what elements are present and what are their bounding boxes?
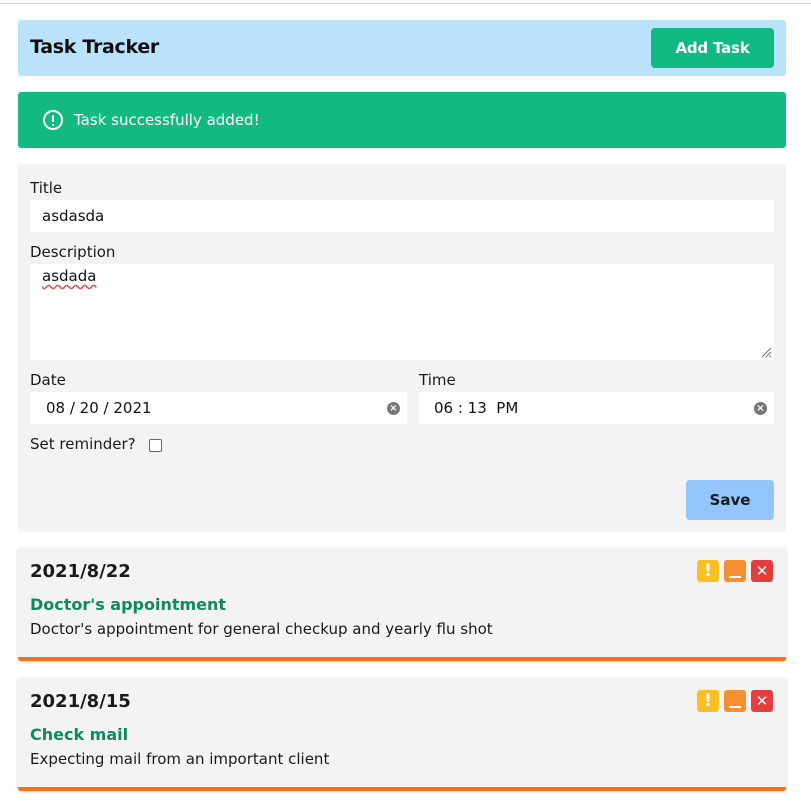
add-task-button[interactable]: Add Task — [651, 28, 774, 68]
important-icon[interactable]: ! — [697, 690, 719, 712]
browser-top-edge — [0, 0, 811, 4]
task-date: 2021/8/15 — [30, 691, 131, 712]
delete-icon[interactable]: ✕ — [751, 560, 773, 582]
app-title: Task Tracker — [30, 36, 160, 58]
alert-message: Task successfully added! — [74, 111, 260, 129]
minimize-icon[interactable] — [724, 690, 746, 712]
important-icon[interactable]: ! — [697, 560, 719, 582]
description-text: asdada — [42, 267, 97, 285]
title-input[interactable]: asdasda — [30, 200, 774, 232]
description-textarea[interactable]: asdada — [30, 264, 774, 360]
resize-handle-icon[interactable] — [760, 346, 772, 358]
task-card[interactable]: 2021/8/15 ! ✕ Check mail Expecting mail … — [18, 678, 786, 791]
task-title: Check mail — [30, 725, 129, 744]
clear-time-icon[interactable]: × — [754, 402, 767, 415]
exclamation-circle-icon — [43, 110, 63, 130]
clear-date-icon[interactable]: × — [387, 402, 400, 415]
app-header: Task Tracker Add Task — [18, 20, 786, 76]
date-value: 08 / 20 / 2021 — [46, 399, 152, 417]
description-label: Description — [30, 243, 116, 261]
reminder-label: Set reminder? — [30, 435, 136, 453]
minimize-icon[interactable] — [724, 560, 746, 582]
time-input[interactable]: 06 : 13 PM × — [419, 392, 774, 424]
add-task-form: Title asdasda Description asdada Date 08… — [18, 164, 786, 532]
success-alert: Task successfully added! — [18, 92, 786, 148]
save-button[interactable]: Save — [686, 480, 774, 520]
time-value: 06 : 13 PM — [434, 399, 519, 417]
task-description: Expecting mail from an important client — [30, 750, 330, 768]
date-input[interactable]: 08 / 20 / 2021 × — [30, 392, 407, 424]
delete-icon[interactable]: ✕ — [751, 690, 773, 712]
task-title: Doctor's appointment — [30, 595, 227, 614]
task-description: Doctor's appointment for general checkup… — [30, 620, 493, 638]
task-card[interactable]: 2021/8/22 ! ✕ Doctor's appointment Docto… — [18, 548, 786, 661]
task-date: 2021/8/22 — [30, 561, 131, 582]
title-label: Title — [30, 179, 63, 197]
date-label: Date — [30, 371, 66, 389]
time-label: Time — [419, 371, 456, 389]
reminder-checkbox[interactable] — [149, 439, 162, 452]
